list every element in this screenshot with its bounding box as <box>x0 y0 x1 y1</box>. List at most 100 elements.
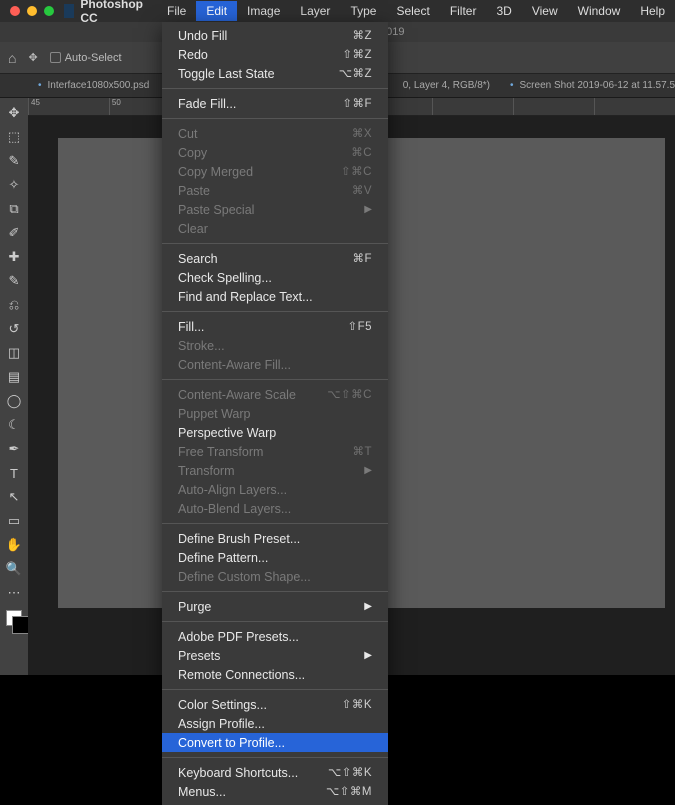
menu-item-copy-merged: Copy Merged⇧⌘C <box>162 162 388 181</box>
stamp-tool-icon[interactable]: ⎌ <box>2 294 26 316</box>
menu-item-keyboard-shortcuts[interactable]: Keyboard Shortcuts... ⌥⇧⌘K <box>162 763 388 782</box>
menu-item-check-spelling[interactable]: Check Spelling... <box>162 268 388 287</box>
marquee-tool-icon[interactable]: ⬚ <box>2 126 26 148</box>
menu-item-puppet-warp: Puppet Warp <box>162 404 388 423</box>
eyedropper-tool-icon[interactable]: ✐ <box>2 222 26 244</box>
menu-item-content-aware-fill: Content-Aware Fill... <box>162 355 388 374</box>
menu-item-shortcut: ⌥⇧⌘M <box>326 784 372 800</box>
menu-item-content-aware-scale: Content-Aware Scale⌥⇧⌘C <box>162 385 388 404</box>
minimize-window-icon[interactable] <box>27 6 37 16</box>
menubar-item-window[interactable]: Window <box>568 1 631 21</box>
menu-item-shortcut: ⇧⌘C <box>341 164 372 180</box>
menu-item-label: Keyboard Shortcuts... <box>178 765 298 781</box>
menu-item-presets[interactable]: Presets ▶ <box>162 646 388 665</box>
pen-tool-icon[interactable]: ✒ <box>2 438 26 460</box>
menu-item-fade-fill[interactable]: Fade Fill...⇧⌘F <box>162 94 388 113</box>
menu-item-auto-align-layers: Auto-Align Layers... <box>162 480 388 499</box>
zoom-tool-icon[interactable]: 🔍 <box>2 558 26 580</box>
menu-item-search[interactable]: Search⌘F <box>162 249 388 268</box>
dodge-tool-icon[interactable]: ☾ <box>2 414 26 436</box>
menu-item-find-and-replace-text[interactable]: Find and Replace Text... <box>162 287 388 306</box>
color-swatches[interactable] <box>6 610 22 626</box>
menu-item-label: Search <box>178 251 218 267</box>
menubar-item-3d[interactable]: 3D <box>486 1 521 21</box>
menu-item-assign-profile[interactable]: Assign Profile... <box>162 714 388 733</box>
menu-item-convert-to-profile[interactable]: Convert to Profile... <box>162 733 388 752</box>
menu-separator <box>162 591 388 592</box>
menu-item-transform: Transform ▶ <box>162 461 388 480</box>
menu-separator <box>162 689 388 690</box>
menubar-item-layer[interactable]: Layer <box>290 1 340 21</box>
menubar-item-file[interactable]: File <box>157 1 196 21</box>
menubar-item-select[interactable]: Select <box>386 1 439 21</box>
menu-item-label: Menus... <box>178 784 226 800</box>
menu-item-shortcut: ⌥⇧⌘K <box>328 765 372 781</box>
app-name: Photoshop CC <box>80 0 143 25</box>
menu-item-menus[interactable]: Menus... ⌥⇧⌘M <box>162 782 388 801</box>
submenu-arrow-icon: ▶ <box>364 648 372 664</box>
move-tool-icon[interactable]: ✥ <box>2 102 26 124</box>
menu-item-adobe-pdf-presets[interactable]: Adobe PDF Presets... <box>162 627 388 646</box>
macos-menubar: Photoshop CC FileEditImageLayerTypeSelec… <box>0 0 675 22</box>
shape-tool-icon[interactable]: ▭ <box>2 510 26 532</box>
healing-tool-icon[interactable]: ✚ <box>2 246 26 268</box>
hand-tool-icon[interactable]: ✋ <box>2 534 26 556</box>
menu-item-perspective-warp[interactable]: Perspective Warp <box>162 423 388 442</box>
document-tab[interactable]: 0, Layer 4, RGB/8*) <box>403 80 490 91</box>
document-tab[interactable]: •Interface1080x500.psd <box>38 80 149 91</box>
menu-item-define-custom-shape: Define Custom Shape... <box>162 567 388 586</box>
zoom-window-icon[interactable] <box>44 6 54 16</box>
lasso-tool-icon[interactable]: ✎ <box>2 150 26 172</box>
brush-tool-icon[interactable]: ✎ <box>2 270 26 292</box>
menu-separator <box>162 757 388 758</box>
menu-item-define-brush-preset[interactable]: Define Brush Preset... <box>162 529 388 548</box>
menubar-item-view[interactable]: View <box>522 1 568 21</box>
menu-separator <box>162 523 388 524</box>
menu-item-shortcut: ⇧F5 <box>347 319 372 335</box>
menu-separator <box>162 379 388 380</box>
menu-item-shortcut: ⇧⌘K <box>342 697 372 713</box>
menu-item-shortcut: ⇧⌘Z <box>342 47 372 63</box>
menu-item-label: Free Transform <box>178 444 263 460</box>
menu-item-shortcut: ⌘V <box>352 183 372 199</box>
history-brush-tool-icon[interactable]: ↺ <box>2 318 26 340</box>
menu-item-shortcut: ⌘C <box>351 145 372 161</box>
move-tool-icon[interactable]: ✥ <box>28 51 37 64</box>
menu-item-purge[interactable]: Purge▶ <box>162 597 388 616</box>
menu-item-undo-fill[interactable]: Undo Fill⌘Z <box>162 26 388 45</box>
tools-panel: ✥ ⬚ ✎ ✧ ⧉ ✐ ✚ ✎ ⎌ ↺ ◫ ▤ ◯ ☾ ✒ T ↖ ▭ ✋ 🔍 … <box>0 98 28 675</box>
close-window-icon[interactable] <box>10 6 20 16</box>
blur-tool-icon[interactable]: ◯ <box>2 390 26 412</box>
submenu-arrow-icon: ▶ <box>364 463 372 479</box>
menu-item-label: Cut <box>178 126 197 142</box>
eraser-tool-icon[interactable]: ◫ <box>2 342 26 364</box>
menu-item-fill[interactable]: Fill...⇧F5 <box>162 317 388 336</box>
gradient-tool-icon[interactable]: ▤ <box>2 366 26 388</box>
artboard-tool-icon[interactable]: ⋯ <box>2 582 26 604</box>
menu-item-label: Define Custom Shape... <box>178 569 311 585</box>
auto-select-checkbox[interactable]: Auto-Select <box>50 52 122 64</box>
path-tool-icon[interactable]: ↖ <box>2 486 26 508</box>
menu-item-color-settings[interactable]: Color Settings...⇧⌘K <box>162 695 388 714</box>
document-tab[interactable]: •Screen Shot 2019-06-12 at 11.57.5 <box>510 80 675 91</box>
menu-item-label: Content-Aware Fill... <box>178 357 291 373</box>
menubar-item-filter[interactable]: Filter <box>440 1 487 21</box>
menu-item-label: Adobe PDF Presets... <box>178 629 299 645</box>
menu-item-label: Presets <box>178 648 220 664</box>
home-icon[interactable]: ⌂ <box>8 50 16 66</box>
menu-item-label: Find and Replace Text... <box>178 289 313 305</box>
menubar-item-image[interactable]: Image <box>237 1 290 21</box>
menubar-item-help[interactable]: Help <box>630 1 675 21</box>
wand-tool-icon[interactable]: ✧ <box>2 174 26 196</box>
menu-item-label: Redo <box>178 47 208 63</box>
menu-item-label: Clear <box>178 221 208 237</box>
menubar-item-edit[interactable]: Edit <box>196 1 237 21</box>
crop-tool-icon[interactable]: ⧉ <box>2 198 26 220</box>
menu-item-redo[interactable]: Redo ⇧⌘Z <box>162 45 388 64</box>
menu-item-label: Transform <box>178 463 235 479</box>
type-tool-icon[interactable]: T <box>2 462 26 484</box>
menu-separator <box>162 118 388 119</box>
menubar-item-type[interactable]: Type <box>340 1 386 21</box>
menu-item-toggle-last-state[interactable]: Toggle Last State⌥⌘Z <box>162 64 388 83</box>
menu-item-define-pattern[interactable]: Define Pattern... <box>162 548 388 567</box>
